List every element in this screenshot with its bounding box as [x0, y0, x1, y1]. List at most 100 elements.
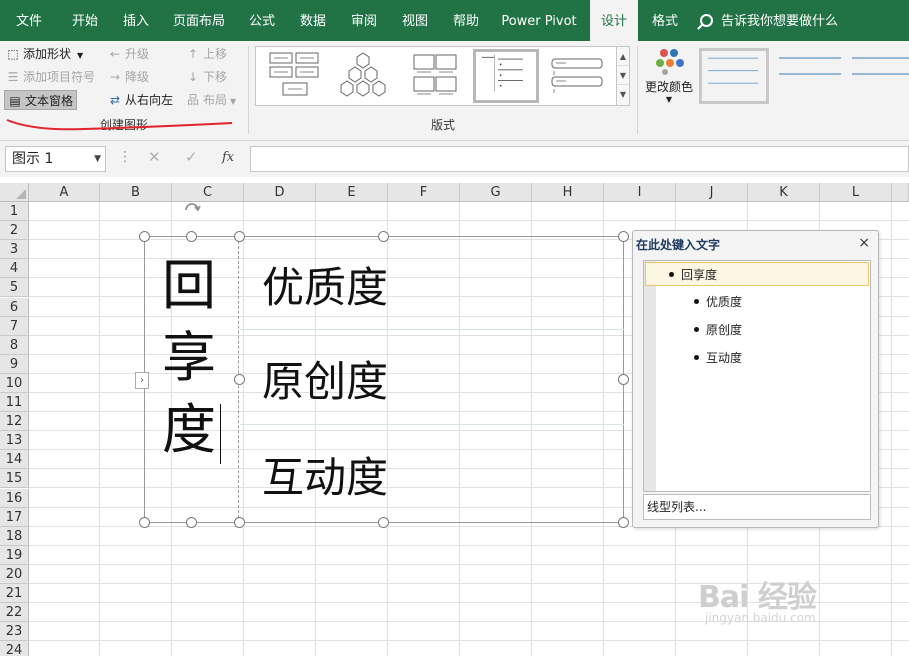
promote-button[interactable]: ← 升级 [108, 44, 149, 64]
tab-file[interactable]: 文件 [4, 0, 54, 41]
row-header-6[interactable]: 6 [0, 298, 29, 317]
select-all-button[interactable] [0, 183, 29, 202]
style-thumb-selected[interactable] [699, 48, 769, 104]
add-bullet-button[interactable]: ☰ 添加项目符号 [6, 67, 95, 87]
right-to-left-button[interactable]: ⇄ 从右向左 [108, 90, 173, 110]
text-pane-list[interactable]: 回享度 优质度 原创度 互动度 [643, 260, 871, 492]
enter-icon[interactable]: ✓ [185, 148, 198, 166]
row-header-13[interactable]: 13 [0, 431, 29, 450]
close-icon[interactable]: × [858, 235, 870, 251]
style-thumb[interactable] [775, 48, 845, 104]
formula-bar-grip-icon[interactable]: ⋮ [118, 149, 132, 165]
row-header-7[interactable]: 7 [0, 317, 29, 336]
resize-handle[interactable] [234, 231, 245, 242]
column-header-k[interactable]: K [748, 183, 820, 202]
tab-review[interactable]: 审阅 [342, 0, 386, 41]
cancel-icon[interactable]: ✕ [148, 148, 161, 166]
row-header-4[interactable]: 4 [0, 259, 29, 278]
list-item[interactable]: 原创度 [694, 318, 742, 342]
column-header-h[interactable]: H [532, 183, 604, 202]
row-header-9[interactable]: 9 [0, 355, 29, 374]
row-header-19[interactable]: 19 [0, 546, 29, 565]
row-header-17[interactable]: 17 [0, 508, 29, 527]
style-thumb[interactable] [845, 48, 909, 104]
text-pane-toggle-button[interactable]: › [135, 372, 149, 389]
column-header-g[interactable]: G [460, 183, 532, 202]
row-header-18[interactable]: 18 [0, 527, 29, 546]
chevron-down-icon[interactable]: ▼ [94, 147, 101, 171]
move-down-button[interactable]: ↓ 下移 [186, 67, 227, 87]
tab-format[interactable]: 格式 [643, 0, 687, 41]
resize-handle[interactable] [139, 517, 150, 528]
gallery-more-icon[interactable]: ▼ [617, 85, 629, 104]
row-header-14[interactable]: 14 [0, 450, 29, 469]
tab-page-layout[interactable]: 页面布局 [164, 0, 234, 41]
layout-name-link[interactable]: 线型列表... [643, 494, 871, 520]
scroll-up-icon[interactable]: ▲ [617, 47, 629, 66]
resize-handle[interactable] [618, 231, 629, 242]
layout-thumb-table[interactable] [402, 49, 468, 103]
row-header-10[interactable]: 10 [0, 374, 29, 393]
column-header-d[interactable]: D [244, 183, 316, 202]
layout-thumb-hexagon[interactable] [332, 49, 398, 103]
tab-power-pivot[interactable]: Power Pivot [496, 0, 582, 41]
row-header-11[interactable]: 11 [0, 393, 29, 412]
row-header-21[interactable]: 21 [0, 584, 29, 603]
move-up-button[interactable]: ↑ 上移 [186, 44, 227, 64]
add-shape-button[interactable]: ⬚ 添加形状 ▼ [6, 44, 83, 64]
column-header-f[interactable]: F [388, 183, 460, 202]
layout-thumb-list-selected[interactable] [473, 49, 539, 103]
tab-data[interactable]: 数据 [291, 0, 335, 41]
resize-handle[interactable] [618, 517, 629, 528]
column-header-a[interactable]: A [29, 183, 100, 202]
list-item-root[interactable]: 回享度 [645, 262, 869, 286]
list-item[interactable]: 优质度 [694, 290, 742, 314]
resize-handle[interactable] [234, 517, 245, 528]
resize-handle[interactable] [618, 374, 629, 385]
insert-function-button[interactable]: fx [222, 150, 234, 165]
row-header-8[interactable]: 8 [0, 336, 29, 355]
smartart-main-text[interactable]: 回 享 度 [162, 250, 222, 466]
scroll-down-icon[interactable]: ▼ [617, 66, 629, 85]
formula-input[interactable] [250, 146, 909, 172]
tab-design[interactable]: 设计 [590, 0, 638, 41]
tell-me-box[interactable]: 告诉我你想要做什么 [700, 0, 838, 41]
row-header-1[interactable]: 1 [0, 202, 29, 221]
resize-handle[interactable] [186, 231, 197, 242]
resize-handle[interactable] [378, 517, 389, 528]
tab-home[interactable]: 开始 [61, 0, 109, 41]
tab-formulas[interactable]: 公式 [241, 0, 283, 41]
resize-handle[interactable] [186, 517, 197, 528]
smartart-item-1[interactable]: 优质度 [262, 254, 388, 315]
layout-thumb-vertical-box[interactable] [262, 49, 328, 103]
smartart-item-3[interactable]: 互动度 [262, 444, 388, 505]
list-item[interactable]: 互动度 [694, 346, 742, 370]
column-header-b[interactable]: B [100, 183, 172, 202]
row-header-2[interactable]: 2 [0, 221, 29, 240]
resize-handle[interactable] [139, 231, 150, 242]
column-header-e[interactable]: E [316, 183, 388, 202]
text-pane-button[interactable]: ▤ 文本窗格 [4, 90, 78, 110]
rotate-handle-icon[interactable] [183, 198, 201, 212]
smartart-item-2[interactable]: 原创度 [262, 348, 388, 409]
tab-insert[interactable]: 插入 [113, 0, 159, 41]
resize-handle[interactable] [234, 374, 245, 385]
row-header-15[interactable]: 15 [0, 469, 29, 488]
row-header-5[interactable]: 5 [0, 278, 29, 297]
row-header-23[interactable]: 23 [0, 622, 29, 641]
column-header-i[interactable]: I [604, 183, 676, 202]
resize-handle[interactable] [378, 231, 389, 242]
row-header-22[interactable]: 22 [0, 603, 29, 622]
row-header-12[interactable]: 12 [0, 412, 29, 431]
name-box[interactable]: 图示 1 ▼ [5, 146, 106, 172]
change-colors-button[interactable]: 更改颜色 ▼ [642, 46, 696, 126]
row-header-16[interactable]: 16 [0, 489, 29, 508]
row-header-3[interactable]: 3 [0, 240, 29, 259]
layout-button[interactable]: 品布局 ▼ [186, 90, 236, 110]
layouts-gallery-scroll[interactable]: ▲ ▼ ▼ [616, 46, 630, 106]
column-header-j[interactable]: J [676, 183, 748, 202]
layout-thumb-bars[interactable] [544, 49, 610, 103]
demote-button[interactable]: → 降级 [108, 67, 149, 87]
tab-help[interactable]: 帮助 [444, 0, 488, 41]
row-header-20[interactable]: 20 [0, 565, 29, 584]
